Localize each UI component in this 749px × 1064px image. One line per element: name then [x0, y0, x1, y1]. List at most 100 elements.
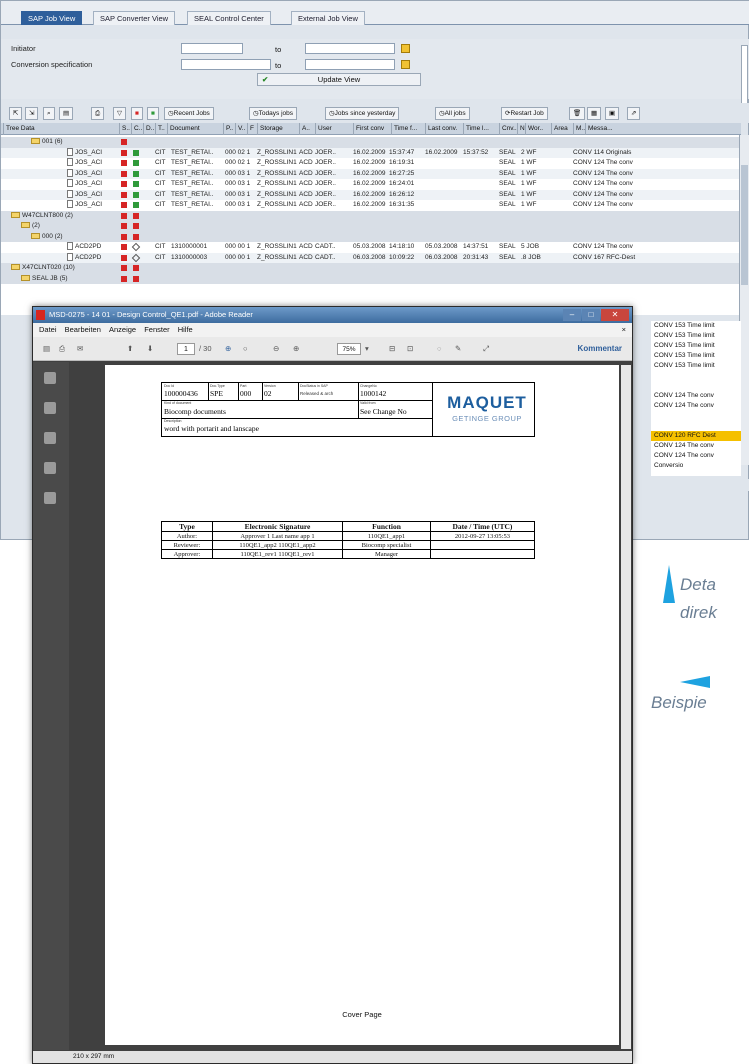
tree-folder-row[interactable]: 000 (2): [1, 231, 739, 242]
selection-scrollbar[interactable]: [741, 45, 748, 105]
zoom-in-icon[interactable]: ⊕: [293, 342, 299, 356]
find-icon[interactable]: ⌕: [43, 107, 55, 120]
menu-anzeige[interactable]: Anzeige: [109, 325, 136, 334]
message-row[interactable]: CONV 124 The conv: [651, 401, 741, 411]
message-row[interactable]: [651, 371, 741, 381]
initiator-from-field[interactable]: [181, 43, 243, 54]
delete-icon[interactable]: 🗑: [569, 107, 586, 120]
table-row[interactable]: JOS_ACI CIT TEST_RETAI.. 000 03 1 Z_ROSSLIN1…: [1, 179, 739, 190]
zoom-forward-icon[interactable]: ○: [243, 342, 248, 356]
initiator-to-field[interactable]: [305, 43, 395, 54]
column-header-cell[interactable]: Messa...: [585, 123, 741, 135]
fit-page-icon[interactable]: ⊡: [407, 342, 413, 356]
column-header-cell[interactable]: T..: [155, 123, 167, 135]
layers-icon[interactable]: [44, 462, 56, 474]
table-row[interactable]: JOS_ACI CIT TEST_RETAI.. 000 03 1 Z_ROSSLIN1…: [1, 189, 739, 200]
tree-folder-row[interactable]: (2): [1, 221, 739, 232]
tab-sap-job-view[interactable]: SAP Job View: [21, 11, 83, 25]
export-icon[interactable]: ⇗: [627, 107, 641, 120]
jobs-since-yesterday-button[interactable]: ◷Jobs since yesterday: [325, 107, 400, 120]
message-row[interactable]: CONV 124 The conv: [651, 451, 741, 461]
column-header-cell[interactable]: Storage: [257, 123, 299, 135]
expand-icon[interactable]: ⤢: [483, 342, 489, 356]
prev-page-icon[interactable]: ⬆: [127, 342, 133, 356]
message-row[interactable]: [651, 421, 741, 431]
pages-icon[interactable]: [44, 372, 56, 384]
save-icon[interactable]: ▤: [43, 342, 50, 356]
scrollbar-thumb[interactable]: [741, 165, 748, 285]
column-header-cell[interactable]: M..: [573, 123, 585, 135]
pdf-scrollbar[interactable]: [621, 365, 631, 1049]
column-header-cell[interactable]: User: [315, 123, 353, 135]
column-header-cell[interactable]: Time l...: [463, 123, 499, 135]
layout-icon[interactable]: ▤: [59, 107, 74, 120]
column-header-cell[interactable]: S..: [119, 123, 131, 135]
message-row[interactable]: CONV 153 Time limit: [651, 351, 741, 361]
restart-job-button[interactable]: ⟳Restart Job: [501, 107, 548, 120]
message-row[interactable]: [651, 381, 741, 391]
next-page-icon[interactable]: ⬇: [147, 342, 153, 356]
column-header-cell[interactable]: N: [517, 123, 525, 135]
column-header-cell[interactable]: First conv: [353, 123, 391, 135]
menu-hilfe[interactable]: Hilfe: [178, 325, 193, 334]
details-icon[interactable]: ▦: [587, 107, 602, 120]
message-row[interactable]: CONV 153 Time limit: [651, 331, 741, 341]
column-header-cell[interactable]: V..: [235, 123, 247, 135]
print-icon[interactable]: ⎙: [59, 342, 65, 356]
table-row[interactable]: JOS_ACI CIT TEST_RETAI.. 000 03 1 Z_ROSSLIN1…: [1, 200, 739, 211]
column-header-cell[interactable]: Document: [167, 123, 223, 135]
fit-width-icon[interactable]: ⊟: [389, 342, 395, 356]
message-row[interactable]: [651, 411, 741, 421]
multi-select-icon[interactable]: [401, 60, 410, 69]
kommentar-button[interactable]: Kommentar: [578, 342, 622, 356]
close-icon[interactable]: ✕: [601, 309, 629, 321]
tab-sap-converter-view[interactable]: SAP Converter View: [93, 11, 176, 25]
table-row[interactable]: JOS_ACI CIT TEST_RETAI.. 000 03 1 Z_ROSSLIN1…: [1, 168, 739, 179]
column-header-cell[interactable]: Time f...: [391, 123, 425, 135]
green-status-icon[interactable]: ■: [147, 107, 159, 120]
comment-icon[interactable]: ◌: [437, 342, 441, 356]
all-jobs-button[interactable]: ◷All jobs: [435, 107, 470, 120]
message-row[interactable]: CONV 153 Time limit: [651, 361, 741, 371]
recent-jobs-button[interactable]: ◷Recent Jobs: [164, 107, 214, 120]
zoom-out-icon[interactable]: ⊖: [273, 342, 279, 356]
column-header-cell[interactable]: Cnv..: [499, 123, 517, 135]
page-number-field[interactable]: 1: [177, 343, 195, 355]
table-row[interactable]: JOS_ACI CIT TEST_RETAI.. 000 02 1 Z_ROSSLIN1…: [1, 158, 739, 169]
tab-seal-control-center[interactable]: SEAL Control Center: [187, 11, 271, 25]
update-view-button[interactable]: ✔ Update View: [257, 73, 421, 86]
menu-bearbeiten[interactable]: Bearbeiten: [65, 325, 101, 334]
conv-spec-to-field[interactable]: [305, 59, 395, 70]
table-row[interactable]: ACD2PD CIT 1310000003 000 00 1 Z_ROSSLIN1 ACD…: [1, 252, 739, 263]
tree-folder-row[interactable]: 001 (6): [1, 137, 739, 148]
minimize-icon[interactable]: –: [563, 309, 581, 321]
column-header-cell[interactable]: A..: [299, 123, 315, 135]
conv-spec-from-field[interactable]: [181, 59, 271, 70]
attachment-icon[interactable]: [44, 432, 56, 444]
filter-icon[interactable]: ▽: [113, 107, 126, 120]
multi-select-icon[interactable]: [401, 44, 410, 53]
zoom-dropdown-icon[interactable]: ▾: [365, 342, 369, 356]
print-icon[interactable]: ⎙: [91, 107, 105, 120]
column-header-cell[interactable]: Last conv.: [425, 123, 463, 135]
column-header-cell[interactable]: Tree Data: [3, 123, 119, 135]
zoom-field[interactable]: 75%: [337, 343, 361, 355]
message-row[interactable]: CONV 124 The conv: [651, 391, 741, 401]
column-header-cell[interactable]: F: [247, 123, 257, 135]
table-row[interactable]: JOS_ACI CIT TEST_RETAI.. 000 02 1 Z_ROSSLIN1…: [1, 147, 739, 158]
column-header-cell[interactable]: Area: [551, 123, 573, 135]
signatures-icon[interactable]: [44, 492, 56, 504]
red-status-icon[interactable]: ■: [131, 107, 143, 120]
expand-icon[interactable]: ⇱: [9, 107, 23, 120]
close-doc-icon[interactable]: ×: [622, 323, 626, 337]
message-row[interactable]: Conversio: [651, 461, 741, 471]
message-row[interactable]: CONV 120 RFC Dest: [651, 431, 741, 441]
message-row[interactable]: CONV 153 Time limit: [651, 341, 741, 351]
maximize-icon[interactable]: □: [582, 309, 600, 321]
menu-datei[interactable]: Datei: [39, 325, 57, 334]
column-header-cell[interactable]: D..: [143, 123, 155, 135]
collapse-icon[interactable]: ⇲: [25, 107, 39, 120]
zoom-back-icon[interactable]: ⊕: [225, 342, 231, 356]
column-header-cell[interactable]: Wor..: [525, 123, 551, 135]
email-icon[interactable]: ✉: [77, 342, 83, 356]
